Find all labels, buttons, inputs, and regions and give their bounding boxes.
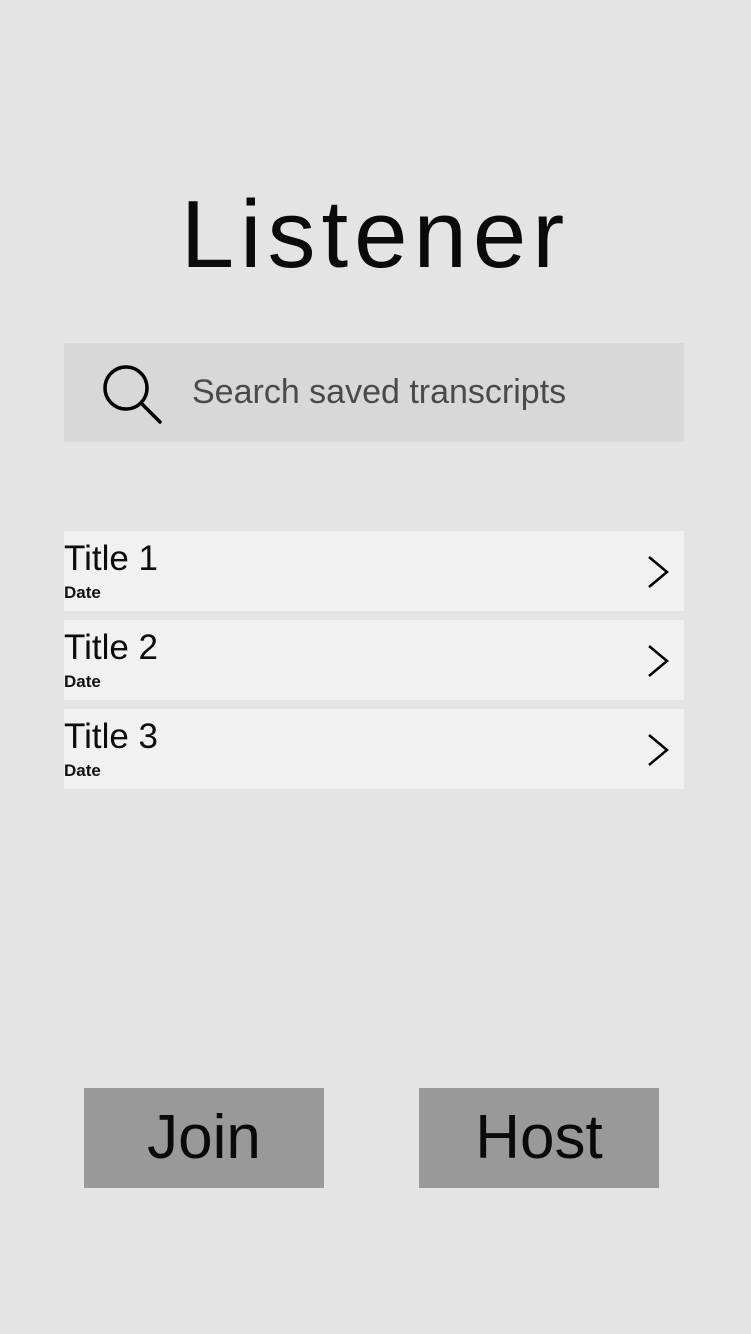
list-item-title: Title 3 bbox=[64, 717, 159, 756]
chevron-right-icon bbox=[648, 645, 669, 677]
list-item-title: Title 1 bbox=[64, 539, 159, 578]
list-item-date: Date bbox=[64, 761, 101, 780]
list-item[interactable]: Title 2 Date bbox=[64, 620, 684, 700]
list-item-date: Date bbox=[64, 583, 101, 602]
list-item-title: Title 2 bbox=[64, 628, 159, 667]
list-item[interactable]: Title 1 Date bbox=[64, 531, 684, 611]
list-item-date: Date bbox=[64, 672, 101, 691]
list-item[interactable]: Title 3 Date bbox=[64, 709, 684, 789]
transcript-list: Title 1 Date Title 2 Date Title 3 Date bbox=[64, 531, 684, 798]
search-icon[interactable] bbox=[100, 362, 164, 426]
chevron-right-icon bbox=[648, 734, 669, 766]
search-input[interactable] bbox=[192, 367, 662, 417]
chevron-right-icon bbox=[648, 556, 669, 588]
host-button[interactable]: Host bbox=[419, 1088, 659, 1188]
page-title: Listener bbox=[180, 181, 571, 288]
join-button[interactable]: Join bbox=[84, 1088, 324, 1188]
